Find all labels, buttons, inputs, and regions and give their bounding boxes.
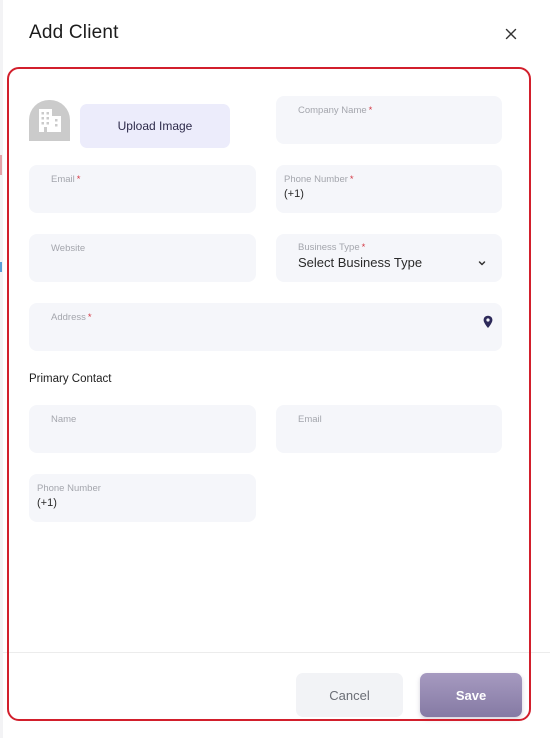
dialog-title: Add Client: [29, 22, 119, 43]
background-marker: [0, 155, 2, 175]
phone-number-value: (+1): [284, 188, 304, 200]
company-name-label: Company Name *: [298, 105, 373, 116]
add-client-dialog: Add Client Upload Image Company Name * Em…: [3, 0, 550, 738]
company-avatar: [29, 100, 70, 141]
business-type-select[interactable]: Business Type * Select Business Type: [276, 234, 502, 282]
contact-email-label: Email: [298, 414, 322, 425]
contact-phone-label: Phone Number: [37, 483, 101, 494]
contact-phone-field[interactable]: Phone Number (+1): [29, 474, 256, 522]
building-icon: [39, 109, 61, 132]
footer-divider: [3, 652, 550, 653]
map-pin-icon[interactable]: [482, 315, 494, 329]
primary-contact-heading: Primary Contact: [29, 373, 112, 385]
company-name-field[interactable]: Company Name *: [276, 96, 502, 144]
save-button[interactable]: Save: [420, 673, 522, 717]
phone-number-field[interactable]: Phone Number * (+1): [276, 165, 502, 213]
business-type-value: Select Business Type: [298, 255, 423, 270]
website-label: Website: [51, 243, 86, 254]
email-field[interactable]: Email *: [29, 165, 256, 213]
contact-email-field[interactable]: Email: [276, 405, 502, 453]
cancel-button[interactable]: Cancel: [296, 673, 403, 717]
address-field[interactable]: Address *: [29, 303, 502, 351]
business-type-label: Business Type *: [298, 242, 366, 253]
contact-name-label: Name: [51, 414, 77, 425]
chevron-down-icon: [478, 261, 486, 266]
phone-number-label: Phone Number *: [284, 174, 354, 185]
background-marker: [0, 262, 2, 272]
website-field[interactable]: Website: [29, 234, 256, 282]
contact-name-field[interactable]: Name: [29, 405, 256, 453]
close-button[interactable]: [501, 24, 521, 44]
contact-phone-value: (+1): [37, 497, 57, 509]
address-label: Address *: [51, 312, 92, 323]
upload-image-button[interactable]: Upload Image: [80, 104, 230, 148]
close-icon: [505, 28, 517, 40]
email-label: Email *: [51, 174, 81, 185]
